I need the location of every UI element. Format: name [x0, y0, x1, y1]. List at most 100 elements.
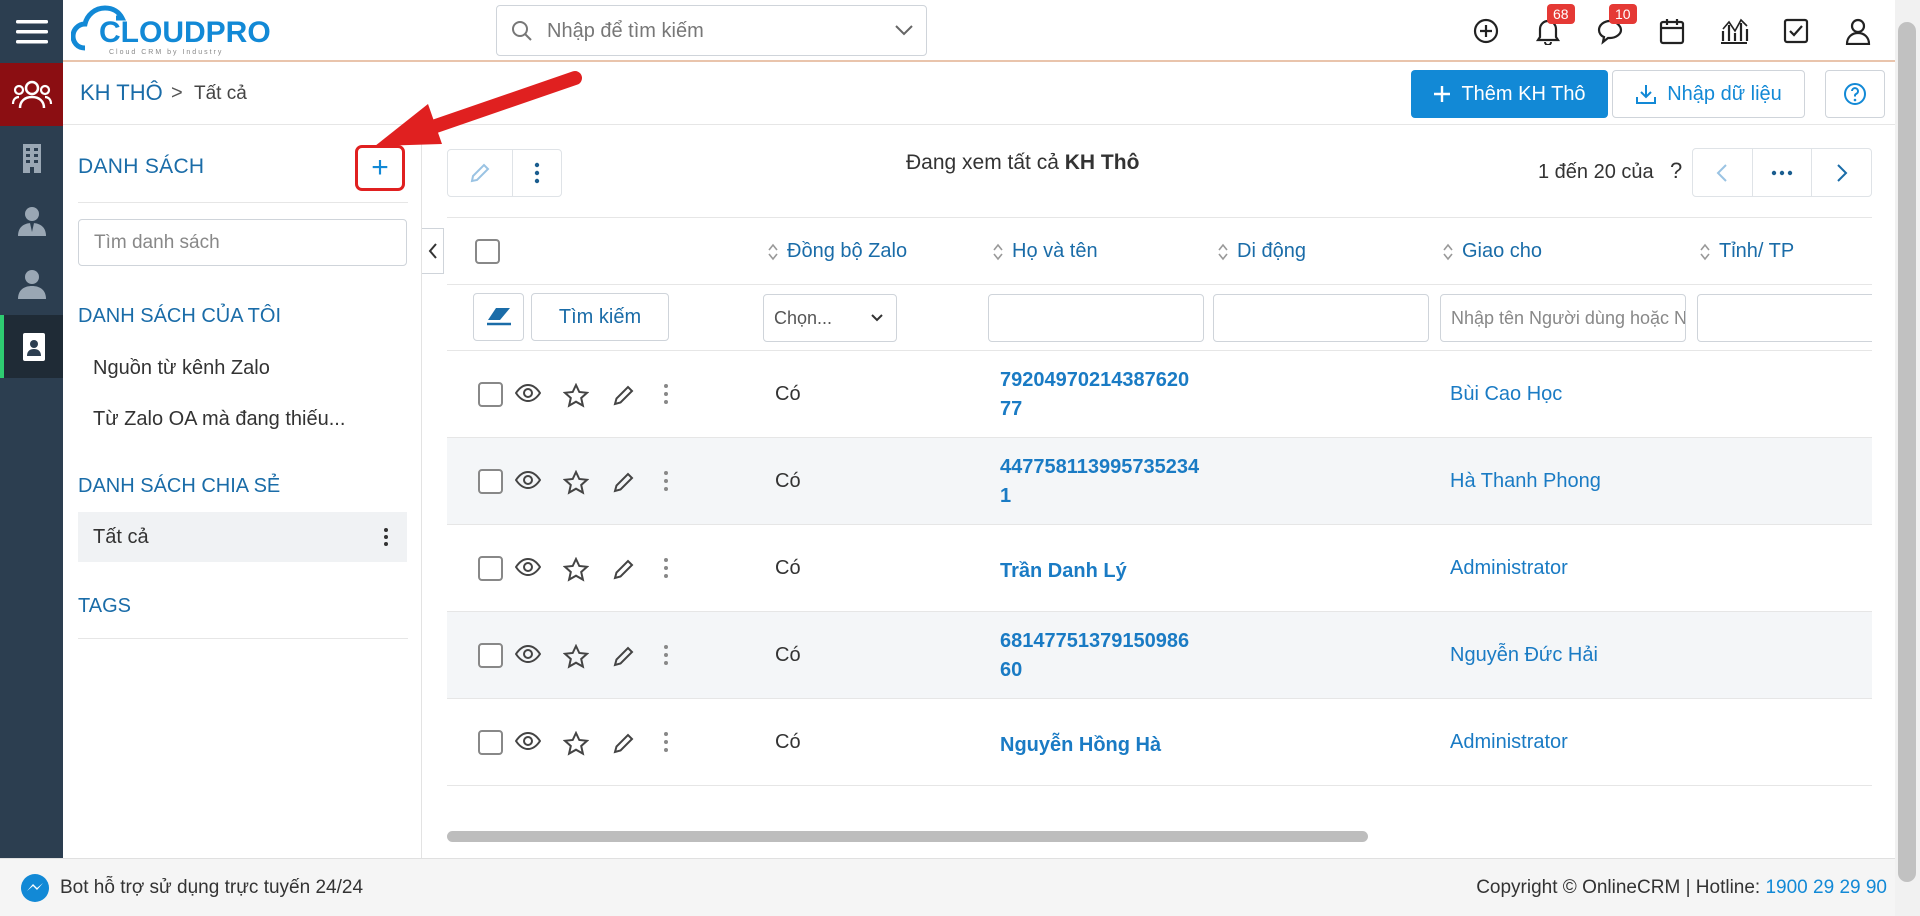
edit-icon[interactable] [612, 383, 636, 407]
records-table: Đồng bộ Zalo Họ và tên Di động Giao cho … [447, 217, 1872, 844]
name-filter-input[interactable] [988, 294, 1204, 342]
reports-icon[interactable] [1715, 12, 1753, 50]
messages-button[interactable]: 10 [1591, 4, 1637, 50]
left-rail [0, 0, 63, 916]
list-item[interactable]: Nguồn từ kênh Zalo [78, 343, 407, 393]
row-checkbox[interactable] [478, 730, 503, 755]
vertical-scrollbar[interactable] [1898, 22, 1916, 882]
table-row[interactable]: Có Trần Danh Lý Administrator [447, 525, 1872, 612]
menu-icon[interactable] [0, 0, 63, 63]
sort-icon [1443, 243, 1453, 260]
star-icon[interactable] [563, 470, 589, 496]
customers-icon[interactable] [0, 63, 63, 126]
contact-card-icon[interactable] [0, 315, 63, 378]
breadcrumb-module[interactable]: KH THÔ [80, 80, 163, 106]
next-page-button[interactable] [1812, 149, 1871, 196]
cell-assignee[interactable]: Administrator [1450, 557, 1568, 580]
quick-create-icon[interactable] [1467, 12, 1505, 50]
sort-icon [768, 243, 778, 260]
import-data-button[interactable]: Nhập dữ liệu [1612, 70, 1805, 118]
cell-assignee[interactable]: Hà Thanh Phong [1450, 470, 1601, 493]
edit-icon[interactable] [612, 644, 636, 668]
list-item[interactable]: Từ Zalo OA mà đang thiếu... [78, 394, 407, 444]
row-checkbox[interactable] [478, 382, 503, 407]
column-header-mobile[interactable]: Di động [1217, 240, 1306, 263]
list-item-active[interactable]: Tất cả [78, 512, 407, 562]
page-options-button[interactable] [1753, 149, 1813, 196]
more-vertical-icon[interactable] [663, 731, 669, 753]
pager-text: 1 đến 20 của [1538, 161, 1654, 183]
column-header-zalo[interactable]: Đồng bộ Zalo [767, 240, 907, 263]
view-icon[interactable] [515, 383, 541, 403]
city-filter-input[interactable] [1697, 294, 1872, 342]
hotline-number[interactable]: 1900 29 29 90 [1765, 877, 1887, 898]
column-header-assignee[interactable]: Giao cho [1442, 240, 1542, 263]
mobile-filter-input[interactable] [1213, 294, 1429, 342]
edit-icon[interactable] [612, 470, 636, 494]
view-icon[interactable] [515, 731, 541, 751]
more-vertical-icon[interactable] [663, 557, 669, 579]
notifications-button[interactable]: 68 [1529, 4, 1575, 50]
column-header-city[interactable]: Tỉnh/ TP [1699, 240, 1794, 263]
tasks-icon[interactable] [1777, 12, 1815, 50]
row-checkbox[interactable] [478, 643, 503, 668]
cell-name[interactable]: Nguyễn Hồng Hà [1000, 731, 1200, 760]
add-raw-customer-button[interactable]: Thêm KH Thô [1411, 70, 1608, 118]
view-icon[interactable] [515, 470, 541, 490]
cell-name[interactable]: 7920497021438762077 [1000, 366, 1200, 424]
table-row[interactable]: Có 7920497021438762077 Bùi Cao Học [447, 351, 1872, 438]
user-icon[interactable] [0, 252, 63, 315]
global-search[interactable] [496, 5, 927, 56]
cell-assignee[interactable]: Bùi Cao Học [1450, 383, 1562, 406]
cell-assignee[interactable]: Administrator [1450, 731, 1568, 754]
select-all-checkbox[interactable] [475, 239, 500, 264]
cell-name[interactable]: 4477581139957352341 [1000, 453, 1200, 511]
view-icon[interactable] [515, 557, 541, 577]
more-vertical-icon[interactable] [663, 644, 669, 666]
collapse-panel-button[interactable] [422, 228, 444, 274]
cell-assignee[interactable]: Nguyễn Đức Hải [1450, 644, 1598, 667]
calendar-icon[interactable] [1653, 12, 1691, 50]
cell-name[interactable]: Trần Danh Lý [1000, 557, 1200, 586]
edit-icon[interactable] [612, 557, 636, 581]
list-actions-button[interactable] [512, 149, 562, 197]
more-vertical-icon[interactable] [663, 470, 669, 492]
more-vertical-icon[interactable] [383, 527, 389, 547]
help-button[interactable] [1825, 70, 1885, 118]
profile-icon[interactable] [1839, 12, 1877, 50]
sort-icon [1218, 243, 1228, 260]
table-row[interactable]: Có 4477581139957352341 Hà Thanh Phong [447, 438, 1872, 525]
prev-page-button[interactable] [1693, 149, 1753, 196]
cloudpro-logo[interactable]: CLOUDPRO Cloud CRM by Industry [71, 4, 311, 58]
cell-name[interactable]: 6814775137915098660 [1000, 627, 1200, 685]
column-header-name[interactable]: Họ và tên [992, 240, 1098, 263]
messenger-icon[interactable] [20, 873, 50, 903]
row-checkbox[interactable] [478, 469, 503, 494]
assignee-filter-input[interactable] [1440, 294, 1686, 342]
star-icon[interactable] [563, 731, 589, 757]
horizontal-scrollbar[interactable] [447, 831, 1368, 842]
edit-icon[interactable] [612, 731, 636, 755]
row-checkbox[interactable] [478, 556, 503, 581]
star-icon[interactable] [563, 557, 589, 583]
view-icon[interactable] [515, 644, 541, 664]
search-button[interactable]: Tìm kiếm [531, 293, 669, 341]
building-icon[interactable] [0, 126, 63, 189]
contact-icon[interactable] [0, 189, 63, 252]
zalo-filter-select[interactable]: Chọn... [763, 294, 897, 342]
clear-filters-button[interactable] [473, 293, 524, 341]
table-row[interactable]: Có 6814775137915098660 Nguyễn Đức Hải [447, 612, 1872, 699]
star-icon[interactable] [563, 383, 589, 409]
chevron-down-icon[interactable] [894, 22, 914, 38]
tags-title: TAGS [78, 595, 131, 617]
divider [78, 202, 408, 203]
edit-list-button[interactable] [447, 149, 513, 197]
column-label: Tỉnh/ TP [1719, 240, 1795, 262]
star-icon[interactable] [563, 644, 589, 670]
search-input[interactable] [547, 14, 877, 48]
table-row[interactable]: Có Nguyễn Hồng Hà Administrator [447, 699, 1872, 786]
list-search-input[interactable] [78, 219, 407, 266]
bot-support-text[interactable]: Bot hỗ trợ sử dụng trực tuyến 24/24 [60, 877, 363, 899]
pager-total-unknown[interactable]: ? [1670, 158, 1682, 184]
more-vertical-icon[interactable] [663, 383, 669, 405]
